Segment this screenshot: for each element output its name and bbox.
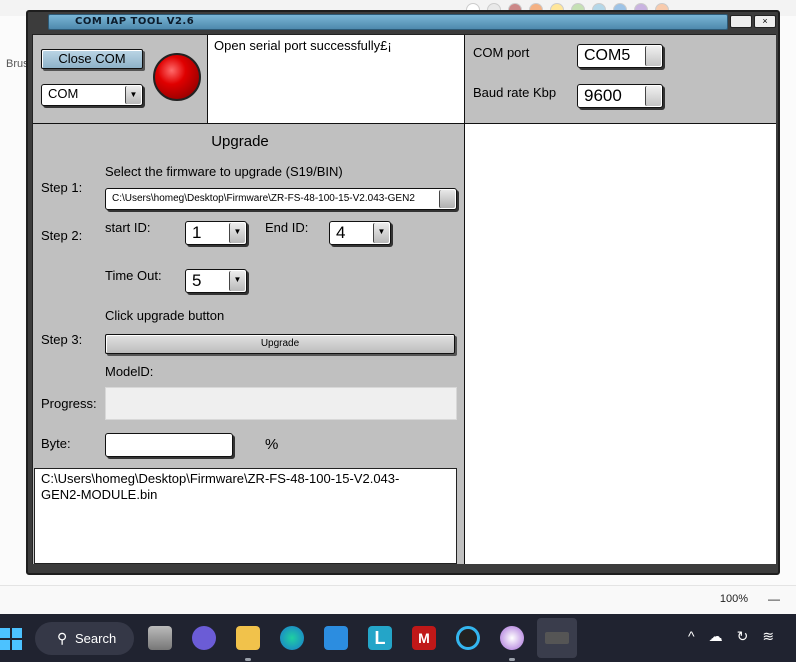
chevron-down-icon[interactable]: ▼ [373, 223, 389, 243]
windows-start-icon[interactable] [0, 628, 22, 650]
step1-hint: Select the firmware to upgrade (S19/BIN) [105, 164, 343, 179]
store-icon[interactable] [324, 626, 348, 650]
paint-status-bar [0, 585, 796, 614]
task-view-icon[interactable] [148, 626, 172, 650]
system-tray: ^ ☁ ↻ ≋ [688, 628, 774, 645]
log-line: C:\Users\homeg\Desktop\Firmware\ZR-FS-48… [41, 471, 400, 486]
chevron-down-icon[interactable]: ▼ [125, 86, 141, 104]
status-message: Open serial port successfully£¡ [214, 38, 392, 53]
close-window-button[interactable]: × [754, 15, 776, 28]
browse-button-icon[interactable] [439, 190, 455, 208]
timeout-value: 5 [192, 271, 202, 290]
minimize-button[interactable] [730, 15, 752, 28]
baud-rate-label: Baud rate Kbp [473, 85, 557, 100]
status-message-panel: Open serial port successfully£¡ [208, 35, 465, 124]
timeout-label: Time Out: [105, 268, 162, 283]
taskbar: ⚲ Search L M ^ ☁ ↻ ≋ [0, 614, 796, 662]
paint-icon[interactable] [500, 626, 524, 650]
percent-label: % [265, 436, 279, 453]
combo-button-icon[interactable] [645, 46, 661, 66]
taskbar-search-button[interactable]: ⚲ Search [35, 622, 134, 655]
step3-label: Step 3: [41, 332, 83, 347]
log-line: GEN2-MODULE.bin [41, 487, 158, 502]
step1-label: Step 1: [41, 180, 83, 195]
com-port-value: COM5 [584, 47, 631, 64]
running-indicator [509, 658, 515, 661]
client-area: Close COM COM ▼ Open serial port success… [32, 34, 776, 564]
chevron-down-icon[interactable]: ▼ [229, 271, 245, 291]
connection-panel: Close COM COM ▼ [33, 35, 208, 124]
com-iap-tool-icon [545, 632, 569, 644]
zoom-out-button[interactable]: — [768, 592, 780, 606]
start-id-select[interactable]: 1 ▼ [185, 221, 247, 245]
upgrade-panel: Upgrade Select the firmware to upgrade (… [33, 124, 465, 564]
step2-label: Step 2: [41, 228, 83, 243]
title-bar[interactable]: COM IAP TOOL V2.6 [48, 14, 728, 30]
combo-button-icon[interactable] [645, 86, 661, 106]
model-id-label: ModelD: [105, 364, 154, 379]
zoom-level: 100% [719, 593, 748, 605]
wifi-icon[interactable]: ≋ [762, 628, 774, 645]
onedrive-icon[interactable]: ☁ [709, 628, 723, 645]
chevron-down-icon[interactable]: ▼ [229, 223, 245, 243]
mcafee-icon[interactable]: M [412, 626, 436, 650]
firmware-path-field[interactable]: C:\Users\homeg\Desktop\Firmware\ZR-FS-48… [105, 188, 457, 210]
end-id-label: End ID: [265, 220, 309, 235]
start-id-label: start ID: [105, 220, 151, 235]
update-icon[interactable]: ↻ [737, 628, 749, 645]
byte-field [105, 433, 233, 457]
progress-label: Progress: [41, 396, 97, 411]
firmware-path-value: C:\Users\homeg\Desktop\Firmware\ZR-FS-48… [112, 193, 415, 204]
port-settings-panel: COM port COM5 Baud rate Kbp 9600 [465, 35, 776, 124]
progress-bar [105, 387, 457, 420]
start-id-value: 1 [192, 223, 202, 242]
com-iap-tool-window: COM IAP TOOL V2.6 × Close COM COM ▼ Open… [26, 10, 780, 575]
baud-rate-select[interactable]: 9600 [577, 84, 663, 108]
status-led-indicator [153, 53, 201, 101]
search-icon: ⚲ [57, 630, 68, 646]
baud-rate-value: 9600 [584, 86, 622, 105]
step3-hint: Click upgrade button [105, 308, 225, 323]
upgrade-button[interactable]: Upgrade [105, 334, 455, 354]
com-select-value: COM [48, 86, 79, 101]
byte-label: Byte: [41, 436, 71, 451]
timeout-select[interactable]: 5 ▼ [185, 269, 247, 293]
end-id-value: 4 [336, 223, 346, 242]
running-indicator [245, 658, 251, 661]
lightcut-icon[interactable]: L [368, 626, 392, 650]
log-output[interactable]: C:\Users\homeg\Desktop\Firmware\ZR-FS-48… [34, 468, 457, 564]
tray-overflow-chevron-icon[interactable]: ^ [688, 628, 695, 645]
window-title: COM IAP TOOL V2.6 [75, 16, 195, 27]
edge-icon[interactable] [280, 626, 304, 650]
upgrade-title: Upgrade [211, 133, 269, 150]
close-com-button[interactable]: Close COM [41, 49, 143, 69]
right-output-panel [465, 124, 776, 564]
search-label: Search [75, 631, 117, 646]
alexa-icon[interactable] [456, 626, 480, 650]
com-port-select[interactable]: COM5 [577, 44, 663, 68]
file-explorer-icon[interactable] [236, 626, 260, 650]
com-select[interactable]: COM ▼ [41, 84, 143, 106]
com-port-label: COM port [473, 45, 530, 60]
meet-icon[interactable] [192, 626, 216, 650]
end-id-select[interactable]: 4 ▼ [329, 221, 391, 245]
